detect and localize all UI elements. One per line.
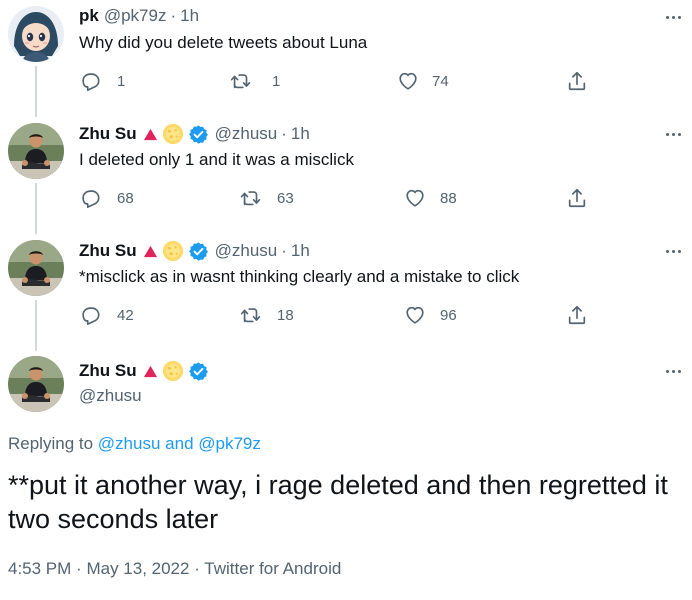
like-button[interactable]: 96 <box>404 304 457 326</box>
reply-icon <box>79 304 101 326</box>
replying-to: Replying to @zhusu and @pk79z <box>8 434 261 454</box>
tweet-header: pk @pk79z · 1h <box>79 6 199 26</box>
share-icon <box>566 187 588 209</box>
like-icon <box>397 70 419 92</box>
tweet-3[interactable]: Zhu Su @zhusu · 1h *misclick as in wasnt… <box>0 234 692 351</box>
tweet-text: *misclick as in wasnt thinking clearly a… <box>79 267 520 286</box>
retweet-button[interactable]: 63 <box>240 187 294 209</box>
separator: · <box>194 559 200 578</box>
tweet-header: Zhu Su @zhusu · 1h <box>79 240 310 262</box>
red-triangle-icon <box>143 244 158 259</box>
retweet-icon <box>240 187 262 209</box>
like-icon <box>404 187 426 209</box>
replying-and[interactable]: and <box>165 434 193 453</box>
red-triangle-icon <box>143 364 158 379</box>
retweet-button[interactable]: 1 <box>230 70 280 92</box>
tweet-header: Zhu Su @zhusu · 1h <box>79 123 310 145</box>
replying-user-link[interactable]: @pk79z <box>198 434 261 453</box>
share-button[interactable] <box>566 304 588 326</box>
display-name[interactable]: Zhu Su <box>79 241 137 261</box>
like-count: 88 <box>440 189 457 207</box>
separator: · <box>281 241 287 260</box>
timestamp[interactable]: 1h <box>291 124 310 144</box>
reply-button[interactable]: 42 <box>79 304 134 326</box>
user-handle[interactable]: @zhusu <box>215 241 278 261</box>
tweet-source[interactable]: Twitter for Android <box>204 559 341 578</box>
retweet-count: 18 <box>277 306 294 324</box>
tweet-time[interactable]: 4:53 PM <box>8 559 71 578</box>
tweet-header: Zhu Su <box>79 360 209 382</box>
user-handle[interactable]: @zhusu <box>215 124 278 144</box>
more-icon[interactable] <box>662 125 684 143</box>
separator: · <box>170 6 177 25</box>
more-icon[interactable] <box>662 8 684 26</box>
thread-line <box>35 66 37 117</box>
reply-icon <box>79 187 101 209</box>
like-icon <box>404 304 426 326</box>
red-triangle-icon <box>143 127 158 142</box>
separator: · <box>281 124 287 143</box>
share-icon <box>566 304 588 326</box>
verified-badge-icon <box>188 124 209 145</box>
more-icon[interactable] <box>662 242 684 260</box>
tweet-text: I deleted only 1 and it was a misclick <box>79 150 354 169</box>
user-handle[interactable]: @zhusu <box>79 386 142 406</box>
display-name[interactable]: Zhu Su <box>79 361 137 381</box>
thread-line <box>35 300 37 351</box>
verified-badge-icon <box>188 361 209 382</box>
tweet-date[interactable]: May 13, 2022 <box>86 559 189 578</box>
sun-emoji-icon <box>162 360 184 382</box>
avatar[interactable] <box>8 6 64 62</box>
share-button[interactable] <box>566 70 588 92</box>
retweet-icon <box>240 304 262 326</box>
sun-emoji-icon <box>162 240 184 262</box>
like-button[interactable]: 74 <box>397 70 449 92</box>
verified-badge-icon <box>188 241 209 262</box>
retweet-count: 1 <box>272 72 281 90</box>
tweet-text: Why did you delete tweets about Luna <box>79 33 368 52</box>
share-button[interactable] <box>566 187 588 209</box>
reply-button[interactable]: 68 <box>79 187 134 209</box>
separator: · <box>76 559 82 578</box>
sun-emoji-icon <box>162 123 184 145</box>
user-handle[interactable]: @pk79z <box>104 6 167 26</box>
tweet-2[interactable]: Zhu Su @zhusu · 1h I deleted only 1 and … <box>0 117 692 234</box>
retweet-count: 63 <box>277 189 294 207</box>
avatar[interactable] <box>8 123 64 179</box>
more-icon[interactable] <box>662 362 684 380</box>
main-tweet-text: **put it another way, i rage deleted and… <box>8 470 668 534</box>
like-button[interactable]: 88 <box>404 187 457 209</box>
timestamp[interactable]: 1h <box>180 6 199 26</box>
like-count: 74 <box>432 72 449 90</box>
retweet-icon <box>230 70 252 92</box>
avatar[interactable] <box>8 356 64 412</box>
display-name[interactable]: pk <box>79 6 99 26</box>
tweet-meta: 4:53 PM · May 13, 2022 · Twitter for And… <box>8 559 341 579</box>
display-name[interactable]: Zhu Su <box>79 124 137 144</box>
reply-icon <box>79 70 101 92</box>
reply-button[interactable]: 1 <box>79 70 125 92</box>
share-icon <box>566 70 588 92</box>
reply-count: 68 <box>117 189 134 207</box>
replying-prefix: Replying to <box>8 434 94 453</box>
thread-line <box>35 183 37 234</box>
replying-user-link[interactable]: @zhusu <box>98 434 161 453</box>
tweet-1[interactable]: pk @pk79z · 1h Why did you delete tweets… <box>0 0 692 117</box>
reply-count: 42 <box>117 306 134 324</box>
reply-count: 1 <box>117 72 126 90</box>
avatar[interactable] <box>8 240 64 296</box>
like-count: 96 <box>440 306 457 324</box>
retweet-button[interactable]: 18 <box>240 304 294 326</box>
timestamp[interactable]: 1h <box>291 241 310 261</box>
